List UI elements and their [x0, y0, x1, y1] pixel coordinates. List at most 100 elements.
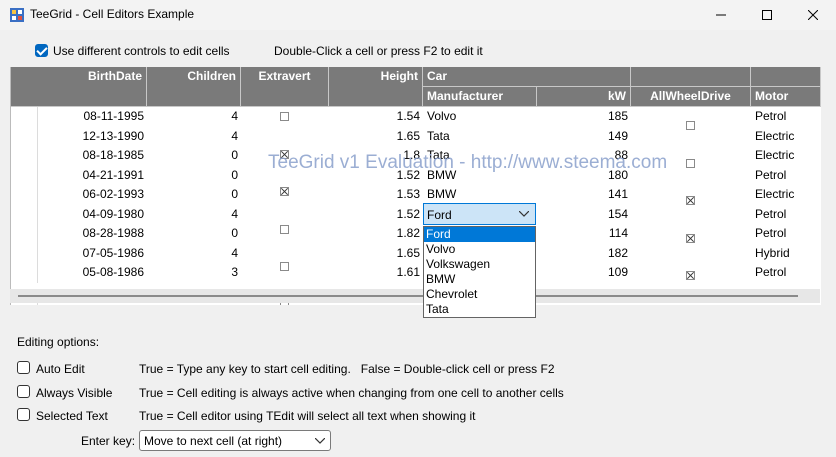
cell-birthdate[interactable]: 08-18-1985	[38, 146, 147, 166]
cell-manufacturer[interactable]: BMW	[423, 185, 537, 205]
allwheel-checkbox[interactable]	[686, 271, 695, 280]
close-icon	[808, 10, 818, 20]
cell-children[interactable]: 0	[147, 224, 241, 244]
cell-children[interactable]: 4	[147, 107, 241, 127]
option-checkbox[interactable]	[17, 408, 30, 421]
combo-value: Ford	[427, 208, 452, 222]
cell-birthdate[interactable]: 06-02-1993	[38, 185, 147, 205]
enter-key-label: Enter key:	[81, 434, 136, 448]
header-extravert[interactable]: Extravert	[241, 67, 329, 107]
cell-birthdate[interactable]: 04-21-1991	[38, 166, 147, 186]
manufacturer-combo[interactable]: Ford	[423, 203, 536, 225]
cell-height[interactable]: 1.54	[329, 107, 423, 127]
option-description: True = Cell editing is always active whe…	[139, 386, 564, 400]
window-title: TeeGrid - Cell Editors Example	[30, 7, 195, 21]
cell-motor[interactable]: Electric	[751, 127, 821, 147]
allwheel-checkbox[interactable]	[686, 121, 695, 130]
allwheel-checkbox[interactable]	[686, 158, 695, 168]
enter-key-select[interactable]: Move to next cell (at right)	[139, 430, 331, 451]
scrollbar-thumb[interactable]	[18, 295, 798, 297]
header-birthdate[interactable]: BirthDate	[11, 67, 147, 107]
cell-birthdate[interactable]: 05-08-1986	[38, 263, 147, 283]
cell-height[interactable]: 1.65	[329, 127, 423, 147]
cell-children[interactable]: 3	[147, 263, 241, 283]
cell-motor[interactable]: Electric	[751, 185, 821, 205]
dropdown-option[interactable]: Volkswagen	[424, 257, 535, 272]
cell-height[interactable]: 1.53	[329, 185, 423, 205]
option-checkbox[interactable]	[17, 385, 30, 398]
cell-manufacturer[interactable]: Volvo	[423, 107, 537, 127]
cell-motor[interactable]: Electric	[751, 146, 821, 166]
cell-birthdate[interactable]: 04-09-1980	[38, 205, 147, 225]
cell-kw[interactable]: 141	[537, 185, 631, 205]
chevron-down-icon	[315, 438, 325, 444]
cell-height[interactable]: 1.52	[329, 205, 423, 225]
allwheel-checkbox[interactable]	[686, 196, 695, 205]
cell-motor[interactable]: Hybrid	[751, 244, 821, 264]
allwheel-checkbox[interactable]	[686, 233, 695, 243]
extravert-checkbox[interactable]	[280, 112, 289, 121]
cell-kw[interactable]: 154	[537, 205, 631, 225]
cell-kw[interactable]: 114	[537, 224, 631, 244]
cell-motor[interactable]: Petrol	[751, 224, 821, 244]
cell-motor[interactable]: Petrol	[751, 205, 821, 225]
cell-children[interactable]: 4	[147, 205, 241, 225]
cell-kw[interactable]: 182	[537, 244, 631, 264]
cell-height[interactable]: 1.65	[329, 244, 423, 264]
option-checkbox[interactable]	[17, 361, 30, 374]
cell-motor[interactable]: Petrol	[751, 263, 821, 283]
hint-text: Double-Click a cell or press F2 to edit …	[274, 44, 483, 58]
cell-motor[interactable]: Petrol	[751, 166, 821, 186]
cell-children[interactable]: 0	[147, 166, 241, 186]
cell-children[interactable]: 4	[147, 244, 241, 264]
editing-options-heading: Editing options:	[17, 335, 100, 349]
cell-children[interactable]: 0	[147, 146, 241, 166]
dropdown-option[interactable]: Tata	[424, 302, 535, 317]
dropdown-option[interactable]: Ford	[424, 227, 535, 242]
header-car-span	[751, 67, 821, 87]
header-allwheeldrive[interactable]: AllWheelDrive	[631, 87, 751, 107]
extravert-checkbox[interactable]	[280, 187, 289, 196]
cell-children[interactable]: 0	[147, 185, 241, 205]
horizontal-scrollbar[interactable]	[10, 289, 820, 303]
header-children[interactable]: Children	[147, 67, 241, 107]
option-label[interactable]: Always Visible	[36, 386, 112, 400]
cell-birthdate[interactable]: 12-13-1990	[38, 127, 147, 147]
option-label[interactable]: Auto Edit	[36, 362, 85, 376]
dropdown-option[interactable]: Volvo	[424, 242, 535, 257]
header-motor[interactable]: Motor	[751, 87, 821, 107]
data-grid[interactable]: BirthDate Children Extravert Height Car …	[10, 67, 821, 305]
cell-height[interactable]: 1.61	[329, 263, 423, 283]
enter-key-value: Move to next cell (at right)	[144, 434, 283, 448]
cell-kw[interactable]: 185	[537, 107, 631, 127]
use-controls-checkbox[interactable]	[35, 44, 48, 57]
dropdown-option[interactable]: Chevrolet	[424, 287, 535, 302]
cell-birthdate[interactable]: 07-05-1986	[38, 244, 147, 264]
cell-kw[interactable]: 149	[537, 127, 631, 147]
header-kw[interactable]: kW	[537, 87, 631, 107]
header-car[interactable]: Car	[423, 67, 537, 87]
evaluation-watermark: TeeGrid v1 Evaluation - http://www.steem…	[268, 152, 668, 173]
minimize-icon	[716, 14, 726, 16]
option-description: True = Cell editor using TEdit will sele…	[139, 409, 476, 423]
extravert-checkbox[interactable]	[280, 262, 289, 271]
cell-birthdate[interactable]: 08-28-1988	[38, 224, 147, 244]
chevron-down-icon	[519, 211, 529, 217]
maximize-icon	[762, 10, 772, 20]
minimize-button[interactable]	[698, 0, 744, 30]
cell-manufacturer[interactable]: Tata	[423, 127, 537, 147]
header-height[interactable]: Height	[329, 67, 423, 107]
cell-kw[interactable]: 109	[537, 263, 631, 283]
extravert-checkbox[interactable]	[280, 224, 289, 234]
manufacturer-options-list[interactable]: Ford Volvo Volkswagen BMW Chevrolet Tata	[423, 226, 536, 318]
cell-motor[interactable]: Petrol	[751, 107, 821, 127]
cell-birthdate[interactable]: 08-11-1995	[38, 107, 147, 127]
dropdown-option[interactable]: BMW	[424, 272, 535, 287]
close-button[interactable]	[790, 0, 836, 30]
cell-children[interactable]: 4	[147, 127, 241, 147]
cell-height[interactable]: 1.82	[329, 224, 423, 244]
option-label[interactable]: Selected Text	[36, 409, 108, 423]
app-icon	[10, 8, 24, 22]
maximize-button[interactable]	[744, 0, 790, 30]
header-manufacturer[interactable]: Manufacturer	[423, 87, 537, 107]
